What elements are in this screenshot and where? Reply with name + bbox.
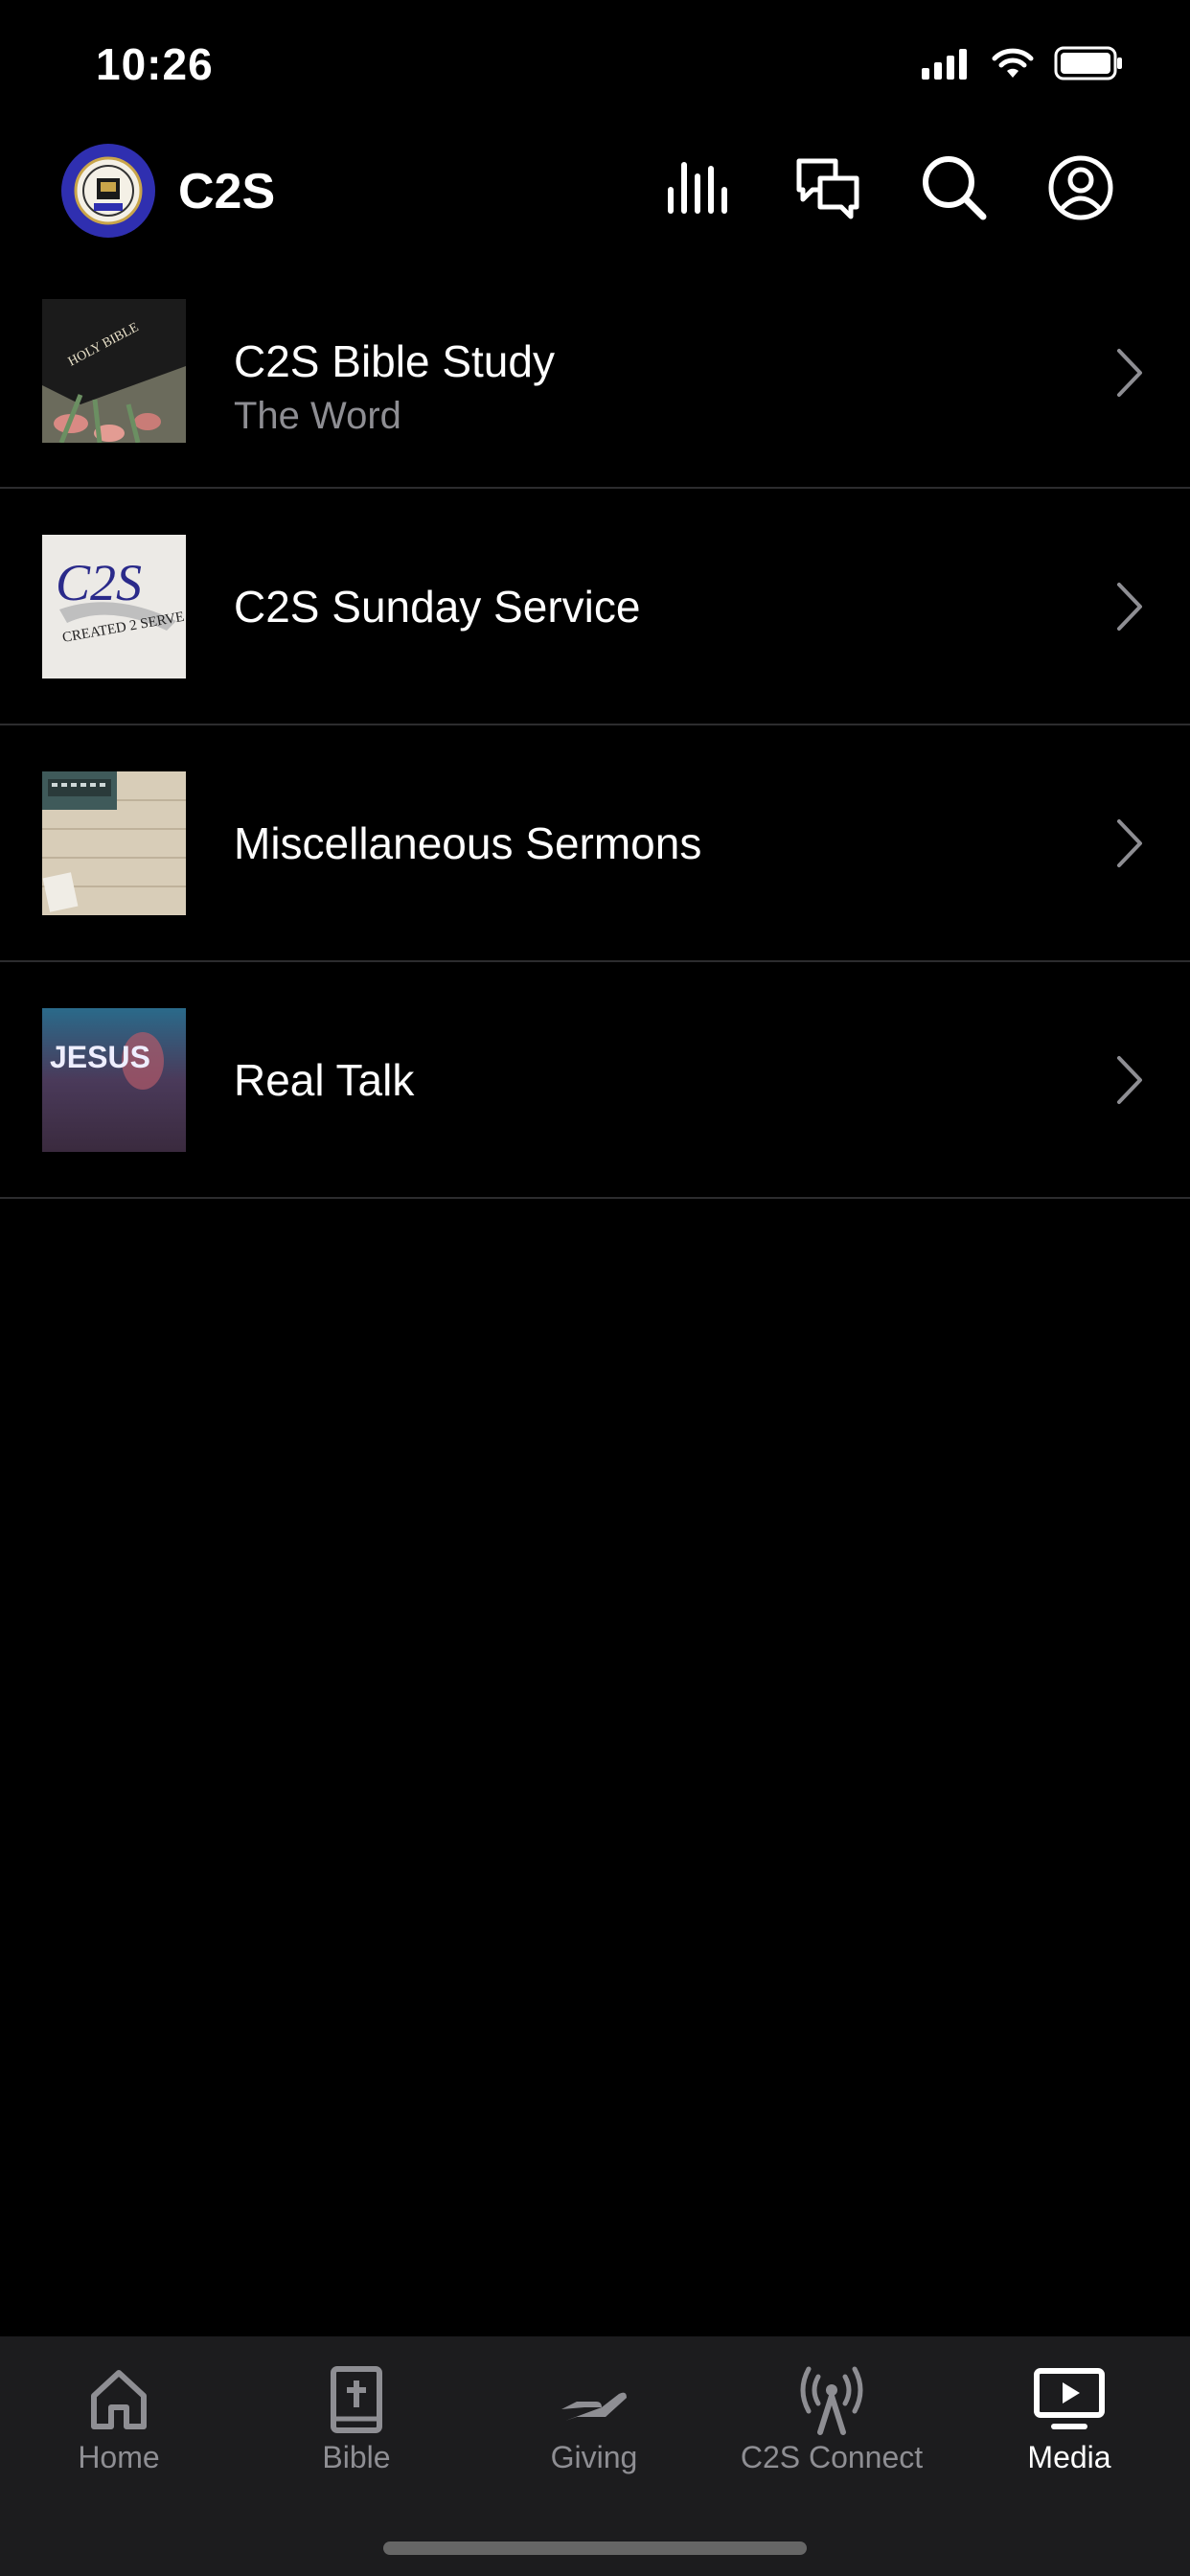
tab-giving[interactable]: Giving: [475, 2336, 713, 2509]
media-play-icon: [1034, 2368, 1105, 2429]
chevron-right-icon: [1117, 819, 1142, 867]
broadcast-icon: [800, 2366, 863, 2435]
media-item-real-talk[interactable]: JESUS Real Talk: [0, 962, 1190, 1199]
media-item-title: Miscellaneous Sermons: [234, 818, 702, 868]
tab-label: Giving: [550, 2440, 638, 2474]
media-item-subtitle: The Word: [234, 395, 401, 437]
bible-icon: [331, 2366, 382, 2433]
chevron-right-icon: [1117, 583, 1142, 631]
status-icons: [922, 46, 1123, 80]
sunday-service-thumbnail: C2S CREATED 2 SERVE: [42, 535, 186, 678]
account-icon[interactable]: [1044, 151, 1117, 224]
chevron-right-icon: [1117, 349, 1142, 397]
media-list: HOLY BIBLE C2S Bible Study The Word C2S …: [0, 288, 1190, 1199]
media-item-sunday-service[interactable]: C2S CREATED 2 SERVE C2S Sunday Service: [0, 489, 1190, 725]
home-indicator[interactable]: [383, 2542, 807, 2555]
giving-hand-icon: [561, 2392, 627, 2421]
media-item-title: C2S Sunday Service: [234, 582, 641, 632]
wifi-icon: [992, 48, 1034, 78]
media-item-bible-study[interactable]: HOLY BIBLE C2S Bible Study The Word: [0, 288, 1190, 489]
tab-c2s-connect[interactable]: C2S Connect: [713, 2336, 950, 2509]
miscellaneous-sermons-thumbnail: [42, 771, 186, 915]
tab-label: Media: [1027, 2440, 1111, 2474]
jesus-text: JESUS: [50, 1040, 150, 1074]
tab-home[interactable]: Home: [0, 2336, 238, 2509]
battery-icon: [1054, 46, 1122, 80]
search-icon[interactable]: [918, 151, 991, 224]
media-item-title: C2S Bible Study: [234, 336, 555, 386]
chevron-right-icon: [1117, 1056, 1142, 1104]
app-title: C2S: [178, 164, 276, 219]
media-item-miscellaneous-sermons[interactable]: Miscellaneous Sermons: [0, 725, 1190, 962]
chat-bubbles-icon[interactable]: [791, 151, 864, 224]
tab-label: Bible: [322, 2440, 391, 2474]
bottom-tab-bar: Home Bible Giving C2S Connect Media: [0, 2336, 1190, 2576]
app-header: C2S: [0, 134, 1190, 288]
real-talk-thumbnail: JESUS: [42, 1008, 186, 1152]
church-seal-logo[interactable]: [61, 144, 155, 238]
audio-bars-icon[interactable]: [663, 151, 736, 224]
tab-media[interactable]: Media: [950, 2336, 1188, 2509]
status-bar: 10:26: [0, 0, 1190, 134]
home-icon: [91, 2370, 147, 2429]
media-item-title: Real Talk: [234, 1055, 415, 1105]
tab-bible[interactable]: Bible: [238, 2336, 475, 2509]
tab-label: Home: [78, 2440, 160, 2474]
status-time: 10:26: [96, 39, 214, 89]
tab-label: C2S Connect: [740, 2440, 924, 2474]
cellular-signal-icon: [922, 49, 967, 80]
bible-study-thumbnail: HOLY BIBLE: [42, 299, 186, 443]
